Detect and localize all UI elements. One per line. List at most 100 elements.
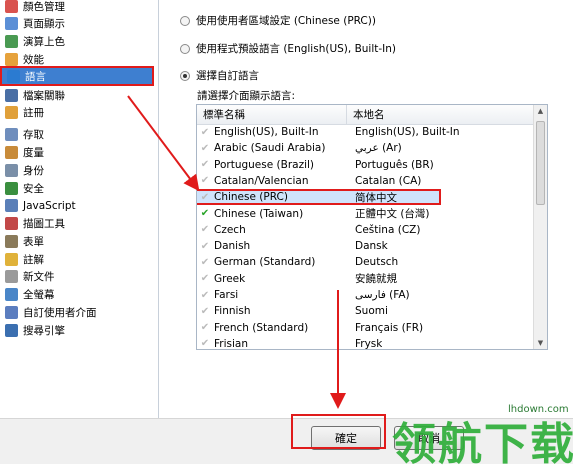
language-standard-name: English(US), Built-In (214, 126, 319, 138)
table-row[interactable]: ✔ Finnish Suomi (197, 303, 534, 319)
custom-ui-icon (5, 306, 18, 319)
fullscreen-icon (5, 288, 18, 301)
language-local-name: 简体中文 (355, 191, 397, 204)
radio-label: 選擇自訂語言 (196, 70, 259, 82)
sidebar-item[interactable]: JavaScript (0, 197, 156, 214)
sidebar-item-label: 註解 (23, 254, 44, 266)
table-row[interactable]: ✔ Chinese (PRC) 简体中文 (197, 189, 441, 206)
check-mark-icon: ✔ (200, 256, 210, 268)
sidebar-item[interactable]: 註解 (0, 251, 156, 268)
ok-button-highlight-frame (291, 414, 386, 449)
sidebar-item[interactable]: 全螢幕 (0, 286, 156, 303)
table-row[interactable]: ✔ Chinese (Taiwan) 正體中文 (台灣) (197, 206, 534, 222)
language-standard-name: German (Standard) (214, 256, 316, 269)
page-display-icon (5, 17, 18, 30)
language-standard-name: Danish (214, 240, 251, 253)
check-mark-icon: ✔ (200, 208, 210, 219)
table-header: 標準名稱 本地名 (197, 105, 534, 125)
language-local-name: Dansk (355, 240, 388, 253)
sidebar-item-label: 表單 (23, 236, 44, 248)
radio-button[interactable] (180, 43, 190, 54)
language-standard-name: Arabic (Saudi Arabia) (214, 142, 326, 155)
language-list[interactable]: 標準名稱 本地名 ✔ English(US), Built-In English(U… (196, 104, 548, 350)
check-mark-icon: ✔ (200, 289, 210, 301)
sidebar-item[interactable]: 身份 (0, 162, 156, 179)
radio-custom-language[interactable]: 選擇自訂語言 (180, 68, 259, 83)
check-mark-icon: ✔ (200, 240, 210, 252)
table-row[interactable]: ✔ German (Standard) Deutsch (197, 254, 534, 270)
table-row[interactable]: ✔ Czech Čeština (CZ) (197, 222, 534, 238)
sidebar-item-label: 存取 (23, 129, 44, 141)
javascript-icon (5, 199, 18, 212)
table-row[interactable]: ✔ Portuguese (Brazil) Português (BR) (197, 157, 534, 173)
sidebar-item[interactable]: 新文件 (0, 268, 156, 285)
radio-use-region-setting[interactable]: 使用使用者區域設定 (Chinese (PRC)) (180, 13, 376, 28)
new-document-icon (5, 270, 18, 283)
table-row[interactable]: ✔ English(US), Built-In English(US), Built… (197, 124, 534, 140)
sidebar-item[interactable]: 演算上色 (0, 33, 156, 50)
column-header-local-name[interactable]: 本地名 (347, 105, 534, 124)
sidebar-item[interactable]: 註冊 (0, 104, 156, 121)
sidebar-item-label: 安全 (23, 183, 44, 195)
table-row[interactable]: ✔ Danish Dansk (197, 238, 534, 254)
sidebar-item[interactable]: 安全 (0, 180, 156, 197)
sidebar-item[interactable]: 自訂使用者介面 (0, 304, 156, 321)
check-mark-icon: ✔ (200, 224, 210, 236)
settings-category-sidebar: 顏色管理 頁面顯示 演算上色 效能 語言 檔案關聯 註冊 存取 度量 身份 安全 JavaScript… (0, 0, 159, 418)
language-standard-name: Catalan/Valencian (214, 174, 309, 187)
sidebar-item[interactable]: 語言 (0, 66, 154, 86)
sidebar-item[interactable]: 描圖工具 (0, 215, 156, 232)
radio-button[interactable] (180, 15, 190, 26)
sidebar-item-label: 搜尋引擎 (23, 325, 65, 337)
scroll-down-arrow-icon[interactable]: ▼ (534, 337, 547, 349)
table-row[interactable]: ✔ Frisian Frysk (197, 336, 534, 350)
sidebar-item[interactable]: 頁面顯示 (0, 15, 156, 32)
sidebar-item[interactable]: 度量 (0, 144, 156, 161)
radio-use-program-default[interactable]: 使用程式預設語言 (English(US), Built-In) (180, 41, 396, 56)
radio-button-selected[interactable] (180, 70, 190, 81)
registration-icon (5, 106, 18, 119)
vertical-scrollbar[interactable]: ▲ ▼ (533, 105, 547, 349)
language-globe-icon (7, 69, 20, 83)
sidebar-item[interactable]: 搜尋引擎 (0, 322, 156, 339)
sidebar-item[interactable]: 表單 (0, 233, 156, 250)
sidebar-item-label: 度量 (23, 147, 44, 159)
check-mark-icon: ✔ (200, 159, 210, 171)
language-standard-name: Finnish (214, 305, 251, 318)
language-standard-name: French (Standard) (214, 321, 309, 334)
table-row[interactable]: ✔ Catalan/Valencian Catalan (CA) (197, 173, 534, 189)
sidebar-item-label: 檔案關聯 (23, 90, 65, 102)
check-mark-icon: ✔ (200, 191, 210, 203)
radio-label: 使用使用者區域設定 (Chinese (PRC)) (196, 15, 376, 27)
table-row[interactable]: ✔ Arabic (Saudi Arabia) عربي (Ar) (197, 140, 534, 156)
language-local-name: Suomi (355, 305, 388, 318)
table-row[interactable]: ✔ French (Standard) Français (FR) (197, 320, 534, 336)
rendering-icon (5, 35, 18, 48)
drawing-tools-icon (5, 217, 18, 230)
check-mark-icon: ✔ (200, 322, 210, 334)
form-icon (5, 235, 18, 248)
language-local-name: Deutsch (355, 256, 399, 269)
sidebar-item[interactable]: 存取 (0, 126, 156, 143)
language-local-name: English(US), Built-In (355, 126, 460, 138)
radio-label: 使用程式預設語言 (English(US), Built-In) (196, 43, 397, 55)
sidebar-item-label: 全螢幕 (23, 289, 55, 301)
watermark-logo: 领航下载 lhdown.com (388, 400, 573, 470)
sidebar-item[interactable]: 顏色管理 (0, 0, 156, 15)
check-mark-icon: ✔ (200, 338, 210, 350)
check-mark-icon: ✔ (200, 126, 210, 138)
language-standard-name: Chinese (PRC) (214, 191, 288, 204)
watermark-url: lhdown.com (508, 404, 569, 415)
sidebar-item-label: 演算上色 (23, 36, 65, 48)
column-header-standard-name[interactable]: 標準名稱 (197, 105, 347, 124)
check-mark-icon: ✔ (200, 175, 210, 187)
table-row[interactable]: ✔ Greek 安饒就規 (197, 271, 534, 287)
scroll-thumb[interactable] (536, 121, 545, 205)
sidebar-item-label: 顏色管理 (23, 1, 65, 13)
access-icon (5, 128, 18, 141)
sidebar-item[interactable]: 檔案關聯 (0, 87, 156, 104)
table-row[interactable]: ✔ Farsi فارسی (FA) (197, 287, 534, 303)
watermark-text: 领航下载 (392, 419, 573, 470)
sidebar-item-label: 語言 (25, 70, 46, 83)
scroll-up-arrow-icon[interactable]: ▲ (534, 105, 547, 117)
